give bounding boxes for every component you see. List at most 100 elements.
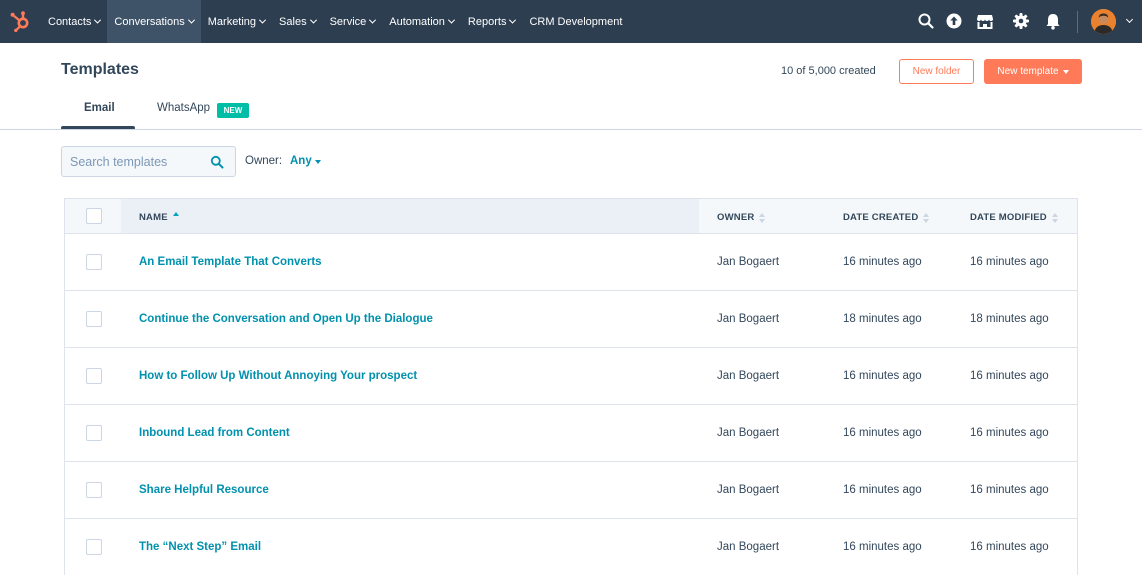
chevron-down-icon — [259, 16, 267, 24]
sorted-column-highlight — [121, 199, 699, 233]
search-input[interactable] — [70, 153, 200, 171]
table-row: Inbound Lead from Content Jan Bogaert 16 m… — [65, 405, 1077, 462]
template-name-link[interactable]: An Email Template That Converts — [139, 256, 322, 268]
nav-item-automation[interactable]: Automation — [382, 0, 461, 43]
nav-item-crm-development[interactable]: CRM Development — [522, 0, 629, 43]
table-row: How to Follow Up Without Annoying Your p… — [65, 348, 1077, 405]
nav-item-marketing[interactable]: Marketing — [201, 0, 272, 43]
sort-icon — [923, 212, 930, 223]
date-modified-cell: 16 minutes ago — [970, 427, 1049, 439]
main-menu: Contacts Conversations Marketing Sales Servi… — [41, 0, 629, 43]
settings-icon[interactable] — [1012, 12, 1030, 30]
sort-ascending-icon — [172, 211, 179, 223]
nav-item-label: Conversations — [114, 15, 185, 28]
chevron-down-icon — [94, 16, 102, 24]
column-date-created-label: DATE CREATED — [843, 212, 919, 223]
date-created-cell: 16 minutes ago — [843, 370, 922, 382]
new-folder-label: New folder — [912, 66, 961, 77]
nav-item-contacts[interactable]: Contacts — [41, 0, 107, 43]
date-created-cell: 16 minutes ago — [843, 484, 922, 496]
owner-cell: Jan Bogaert — [717, 427, 780, 439]
nav-item-sales[interactable]: Sales — [272, 0, 323, 43]
chevron-down-icon — [187, 16, 195, 24]
date-created-cell: 16 minutes ago — [843, 541, 922, 553]
date-modified-cell: 16 minutes ago — [970, 370, 1049, 382]
column-owner-label: OWNER — [717, 212, 755, 223]
date-created-cell: 18 minutes ago — [843, 313, 922, 325]
row-checkbox[interactable] — [86, 368, 102, 384]
avatar-image — [1091, 9, 1116, 34]
nav-item-label: Contacts — [48, 15, 92, 28]
row-checkbox[interactable] — [86, 254, 102, 270]
row-checkbox[interactable] — [86, 425, 102, 441]
table-row: Continue the Conversation and Open Up th… — [65, 291, 1077, 348]
chevron-down-icon — [369, 16, 377, 24]
template-name-link[interactable]: How to Follow Up Without Annoying Your p… — [139, 370, 417, 382]
nav-item-label: CRM Development — [529, 15, 623, 28]
owner-filter-label: Owner: — [245, 155, 283, 167]
date-modified-cell: 16 minutes ago — [970, 484, 1049, 496]
row-checkbox[interactable] — [86, 311, 102, 327]
nav-item-conversations[interactable]: Conversations — [107, 0, 201, 43]
chevron-down-icon — [509, 16, 517, 24]
caret-down-icon — [1062, 69, 1069, 74]
templates-count: 10 of 5,000 created — [781, 65, 876, 77]
new-folder-button[interactable]: New folder — [899, 59, 974, 84]
nav-item-label: Automation — [389, 15, 445, 28]
owner-cell: Jan Bogaert — [717, 256, 780, 268]
new-template-label: New template — [997, 66, 1059, 77]
template-name-link[interactable]: Continue the Conversation and Open Up th… — [139, 313, 433, 325]
nav-item-service[interactable]: Service — [323, 0, 383, 43]
nav-item-reports[interactable]: Reports — [461, 0, 523, 43]
tab-whatsapp[interactable]: WhatsApp — [157, 102, 210, 114]
column-header-date-created[interactable]: DATE CREATED — [843, 212, 930, 223]
new-template-button[interactable]: New template — [984, 59, 1082, 84]
notifications-icon[interactable] — [1044, 12, 1062, 30]
sort-icon — [1051, 212, 1058, 223]
sort-icon — [759, 212, 766, 223]
account-menu-chevron-icon[interactable] — [1125, 15, 1134, 24]
tabs-divider — [0, 129, 1142, 130]
user-avatar[interactable] — [1091, 9, 1116, 34]
templates-table: NAME OWNER DATE CREATED DATE MODIFIED An… — [64, 198, 1078, 575]
tab-email[interactable]: Email — [84, 102, 115, 114]
upgrade-icon[interactable] — [945, 12, 963, 30]
new-badge: NEW — [217, 103, 249, 118]
hubspot-logo-icon[interactable] — [8, 9, 32, 33]
row-checkbox[interactable] — [86, 539, 102, 555]
top-navigation-bar: Contacts Conversations Marketing Sales Servi… — [0, 0, 1142, 43]
nav-item-label: Marketing — [207, 15, 257, 28]
date-created-cell: 16 minutes ago — [843, 256, 922, 268]
template-name-link[interactable]: Share Helpful Resource — [139, 484, 269, 496]
owner-cell: Jan Bogaert — [717, 313, 780, 325]
page-title: Templates — [61, 61, 139, 78]
caret-down-icon[interactable] — [315, 160, 321, 164]
table-row: The “Next Step” Email Jan Bogaert 16 minut… — [65, 519, 1077, 575]
nav-divider — [1077, 11, 1078, 33]
template-name-link[interactable]: The “Next Step” Email — [139, 541, 261, 553]
row-checkbox[interactable] — [86, 482, 102, 498]
column-header-owner[interactable]: OWNER — [717, 212, 766, 223]
column-header-date-modified[interactable]: DATE MODIFIED — [970, 212, 1058, 223]
column-date-modified-label: DATE MODIFIED — [970, 212, 1047, 223]
owner-filter-dropdown[interactable]: Any — [290, 155, 312, 167]
column-header-name[interactable]: NAME — [139, 211, 179, 223]
date-modified-cell: 18 minutes ago — [970, 313, 1049, 325]
nav-item-label: Reports — [467, 15, 507, 28]
select-all-checkbox[interactable] — [86, 208, 102, 224]
marketplace-icon[interactable] — [976, 12, 994, 30]
table-row: Share Helpful Resource Jan Bogaert 16 minu… — [65, 462, 1077, 519]
chevron-down-icon — [309, 16, 317, 24]
search-icon[interactable] — [210, 155, 224, 169]
search-icon[interactable] — [917, 12, 935, 30]
date-modified-cell: 16 minutes ago — [970, 256, 1049, 268]
table-row: An Email Template That Converts Jan Bogae… — [65, 234, 1077, 291]
column-name-label: NAME — [139, 212, 168, 223]
owner-cell: Jan Bogaert — [717, 541, 780, 553]
table-header: NAME OWNER DATE CREATED DATE MODIFIED — [65, 199, 1077, 234]
template-name-link[interactable]: Inbound Lead from Content — [139, 427, 290, 439]
date-created-cell: 16 minutes ago — [843, 427, 922, 439]
search-box — [61, 146, 236, 177]
date-modified-cell: 16 minutes ago — [970, 541, 1049, 553]
nav-item-label: Service — [329, 15, 367, 28]
